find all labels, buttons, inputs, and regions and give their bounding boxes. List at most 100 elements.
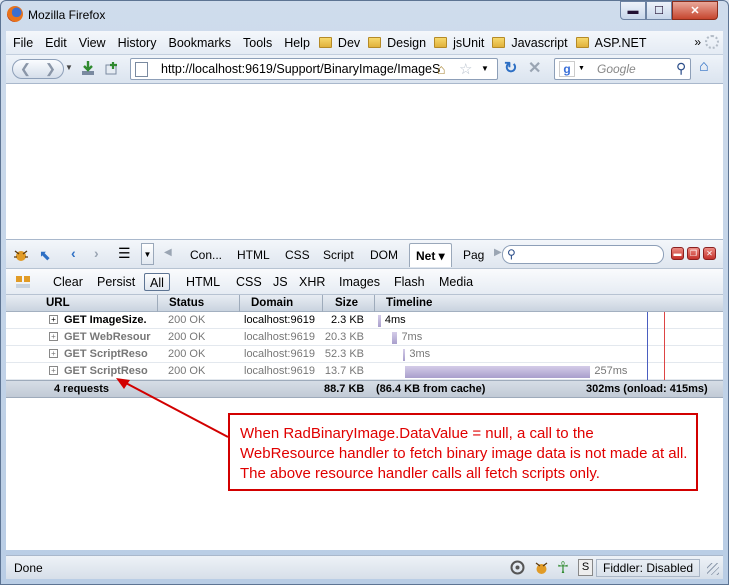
expand-icon[interactable]: +	[49, 332, 58, 341]
tab-page[interactable]: Pag	[457, 243, 490, 267]
menu-view[interactable]: View	[72, 36, 111, 50]
tab-dom[interactable]: DOM	[364, 243, 404, 267]
folder-icon	[318, 37, 332, 48]
col-timeline[interactable]: Timeline	[386, 297, 432, 309]
firefox-logo-icon	[7, 6, 23, 22]
col-domain[interactable]: Domain	[251, 297, 293, 309]
col-size[interactable]: Size	[335, 297, 358, 309]
page-content	[6, 84, 723, 239]
forward-arrow-icon[interactable]: ❯	[45, 61, 56, 77]
url-text[interactable]: http://localhost:9619/Support/BinaryImag…	[161, 62, 441, 76]
firebug-icon[interactable]	[13, 247, 29, 263]
tab-scroll-right-icon[interactable]: ▶	[494, 247, 502, 258]
bookmark-star-icon[interactable]: ☆	[459, 60, 472, 78]
page-icon	[135, 62, 148, 77]
reload-icon[interactable]: ↻	[504, 58, 517, 78]
addons-icon[interactable]	[104, 60, 120, 76]
bookmarks-overflow-chevron[interactable]: »	[694, 35, 701, 49]
search-placeholder[interactable]: Google	[597, 62, 636, 76]
folder-icon	[492, 37, 506, 48]
firebug-options-dropdown[interactable]: ▼	[141, 243, 154, 265]
status-text: Done	[14, 561, 43, 575]
filter-media-button[interactable]: Media	[434, 273, 478, 291]
minimize-button[interactable]: ▬	[620, 1, 646, 20]
menu-help[interactable]: Help	[277, 36, 315, 50]
cell-size: 52.3 KB	[324, 348, 364, 360]
yslow-icon[interactable]: ☥	[557, 558, 569, 578]
timeline-label: 4ms	[384, 314, 406, 326]
folder-icon	[575, 37, 589, 48]
resize-grip-icon[interactable]	[707, 563, 719, 575]
col-status[interactable]: Status	[169, 297, 204, 309]
bookmark-dev[interactable]: Dev	[315, 36, 364, 50]
persist-button[interactable]: Persist	[92, 273, 140, 291]
search-bar[interactable]: g ▼ Google ⚲	[554, 58, 691, 80]
google-engine-icon[interactable]: g	[559, 61, 575, 77]
download-icon[interactable]	[80, 60, 96, 76]
filter-js-button[interactable]: JS	[268, 273, 293, 291]
filter-css-button[interactable]: CSS	[231, 273, 267, 291]
bookmark-aspnet[interactable]: ASP.NET	[572, 36, 651, 50]
url-bar[interactable]: http://localhost:9619/Support/BinaryImag…	[130, 58, 498, 80]
menu-file[interactable]: File	[6, 36, 38, 50]
clear-button[interactable]: Clear	[48, 273, 88, 291]
maximize-button[interactable]: ☐	[646, 1, 672, 20]
home-icon[interactable]: ⌂	[699, 58, 709, 76]
summary-size: 88.7 KB	[324, 383, 365, 395]
url-dropdown-icon[interactable]: ▼	[481, 64, 489, 73]
bookmark-javascript[interactable]: Javascript	[488, 36, 571, 50]
firebug-menu-icon[interactable]: ☰	[118, 245, 131, 262]
filter-images-button[interactable]: Images	[334, 273, 385, 291]
firebug-toolbar: ⬉ ‹ › ☰ ▼ ◀ Con... HTML CSS Script DOM N…	[6, 239, 723, 269]
firebug-detach-button[interactable]: ❐	[687, 247, 700, 260]
table-row[interactable]: + GET ImageSize. 200 OK localhost:9619 2…	[6, 312, 723, 329]
xhr-breakpoint-icon[interactable]	[15, 274, 31, 290]
back-arrow-icon[interactable]: ❮	[20, 61, 31, 77]
status-bar: Done ☥ S Fiddler: Disabled	[6, 555, 723, 579]
filter-html-button[interactable]: HTML	[181, 273, 225, 291]
tab-script[interactable]: Script	[317, 243, 360, 267]
menu-edit[interactable]: Edit	[38, 36, 72, 50]
column-divider	[239, 295, 240, 312]
inspect-icon[interactable]: ⬉	[39, 247, 55, 263]
bookmark-label: Design	[387, 35, 427, 50]
expand-icon[interactable]: +	[49, 349, 58, 358]
search-icon[interactable]: ⚲	[676, 60, 686, 77]
expand-icon[interactable]: +	[49, 315, 58, 324]
firebug-back-icon[interactable]: ‹	[71, 245, 76, 261]
rss-home-icon[interactable]: ⌂	[437, 61, 445, 77]
expand-icon[interactable]: +	[49, 366, 58, 375]
tab-css[interactable]: CSS	[279, 243, 316, 267]
bookmark-label: Dev	[337, 35, 361, 50]
firebug-search-input[interactable]: ⚲	[502, 245, 664, 264]
table-row[interactable]: + GET ScriptReso 200 OK localhost:9619 5…	[6, 346, 723, 363]
menu-tools[interactable]: Tools	[236, 36, 277, 50]
navigation-bar: ❮ ❯ ▼ http://localhost:9619/Support/Bina…	[6, 55, 723, 84]
firebug-status-icon[interactable]	[533, 559, 550, 576]
firebug-close-button[interactable]: ✕	[703, 247, 716, 260]
stop-icon[interactable]: ✕	[528, 58, 541, 78]
tab-html[interactable]: HTML	[231, 243, 276, 267]
menu-bookmarks[interactable]: Bookmarks	[161, 36, 236, 50]
firebug-forward-icon[interactable]: ›	[94, 245, 99, 261]
bookmark-jsunit[interactable]: jsUnit	[430, 36, 488, 50]
firebug-minimize-button[interactable]: ▬	[671, 247, 684, 260]
fiddler-status[interactable]: Fiddler: Disabled	[596, 559, 701, 577]
search-engine-dropdown-icon[interactable]: ▼	[578, 65, 585, 72]
close-button[interactable]: ✕	[672, 1, 718, 20]
filter-flash-button[interactable]: Flash	[389, 273, 430, 291]
tab-console[interactable]: Con...	[184, 243, 228, 267]
tab-scroll-left-icon[interactable]: ◀	[164, 247, 172, 258]
table-row[interactable]: + GET WebResour 200 OK localhost:9619 20…	[6, 329, 723, 346]
bookmark-design[interactable]: Design	[364, 36, 430, 50]
sync-icon[interactable]	[509, 559, 526, 576]
filter-xhr-button[interactable]: XHR	[294, 273, 330, 291]
cell-url: GET ScriptReso	[64, 348, 148, 360]
menu-history[interactable]: History	[111, 36, 162, 50]
filter-all-button[interactable]: All	[144, 273, 170, 291]
col-url[interactable]: URL	[46, 297, 70, 309]
tab-net[interactable]: Net ▾	[409, 243, 452, 267]
cell-size: 20.3 KB	[324, 331, 364, 343]
screenshot-icon[interactable]: S	[578, 559, 593, 576]
history-dropdown-icon[interactable]: ▼	[65, 63, 73, 72]
